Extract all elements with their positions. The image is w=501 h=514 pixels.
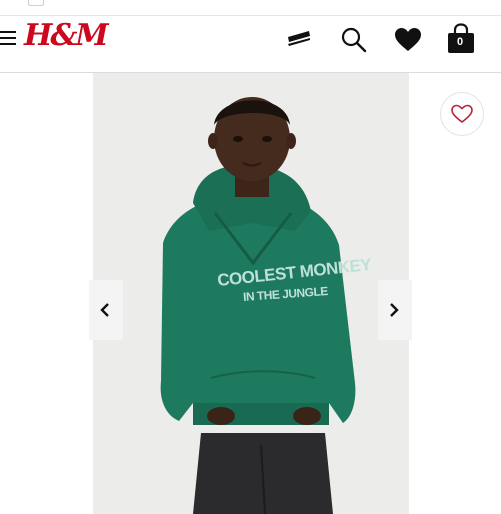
top-tab-fragment [28,0,44,6]
chevron-left-icon [100,303,109,317]
search-icon[interactable] [339,25,369,55]
wishlist-button[interactable] [440,92,484,136]
bag-count: 0 [457,36,464,48]
heart-icon[interactable] [393,25,423,55]
chat-bubble-icon[interactable] [284,25,314,55]
site-header: H&M 0 [0,16,501,73]
brand-logo[interactable]: H&M [24,18,109,53]
product-gallery: COOLEST MONKEY IN THE JUNGLE [0,73,501,514]
status-strip [0,0,501,16]
product-image[interactable]: COOLEST MONKEY IN THE JUNGLE [93,73,409,514]
next-image-button[interactable] [378,280,412,340]
menu-icon[interactable] [0,31,16,45]
bag-icon[interactable]: 0 [446,23,476,53]
prev-image-button[interactable] [89,280,123,340]
heart-outline-icon [451,104,473,124]
chevron-right-icon [390,303,399,317]
